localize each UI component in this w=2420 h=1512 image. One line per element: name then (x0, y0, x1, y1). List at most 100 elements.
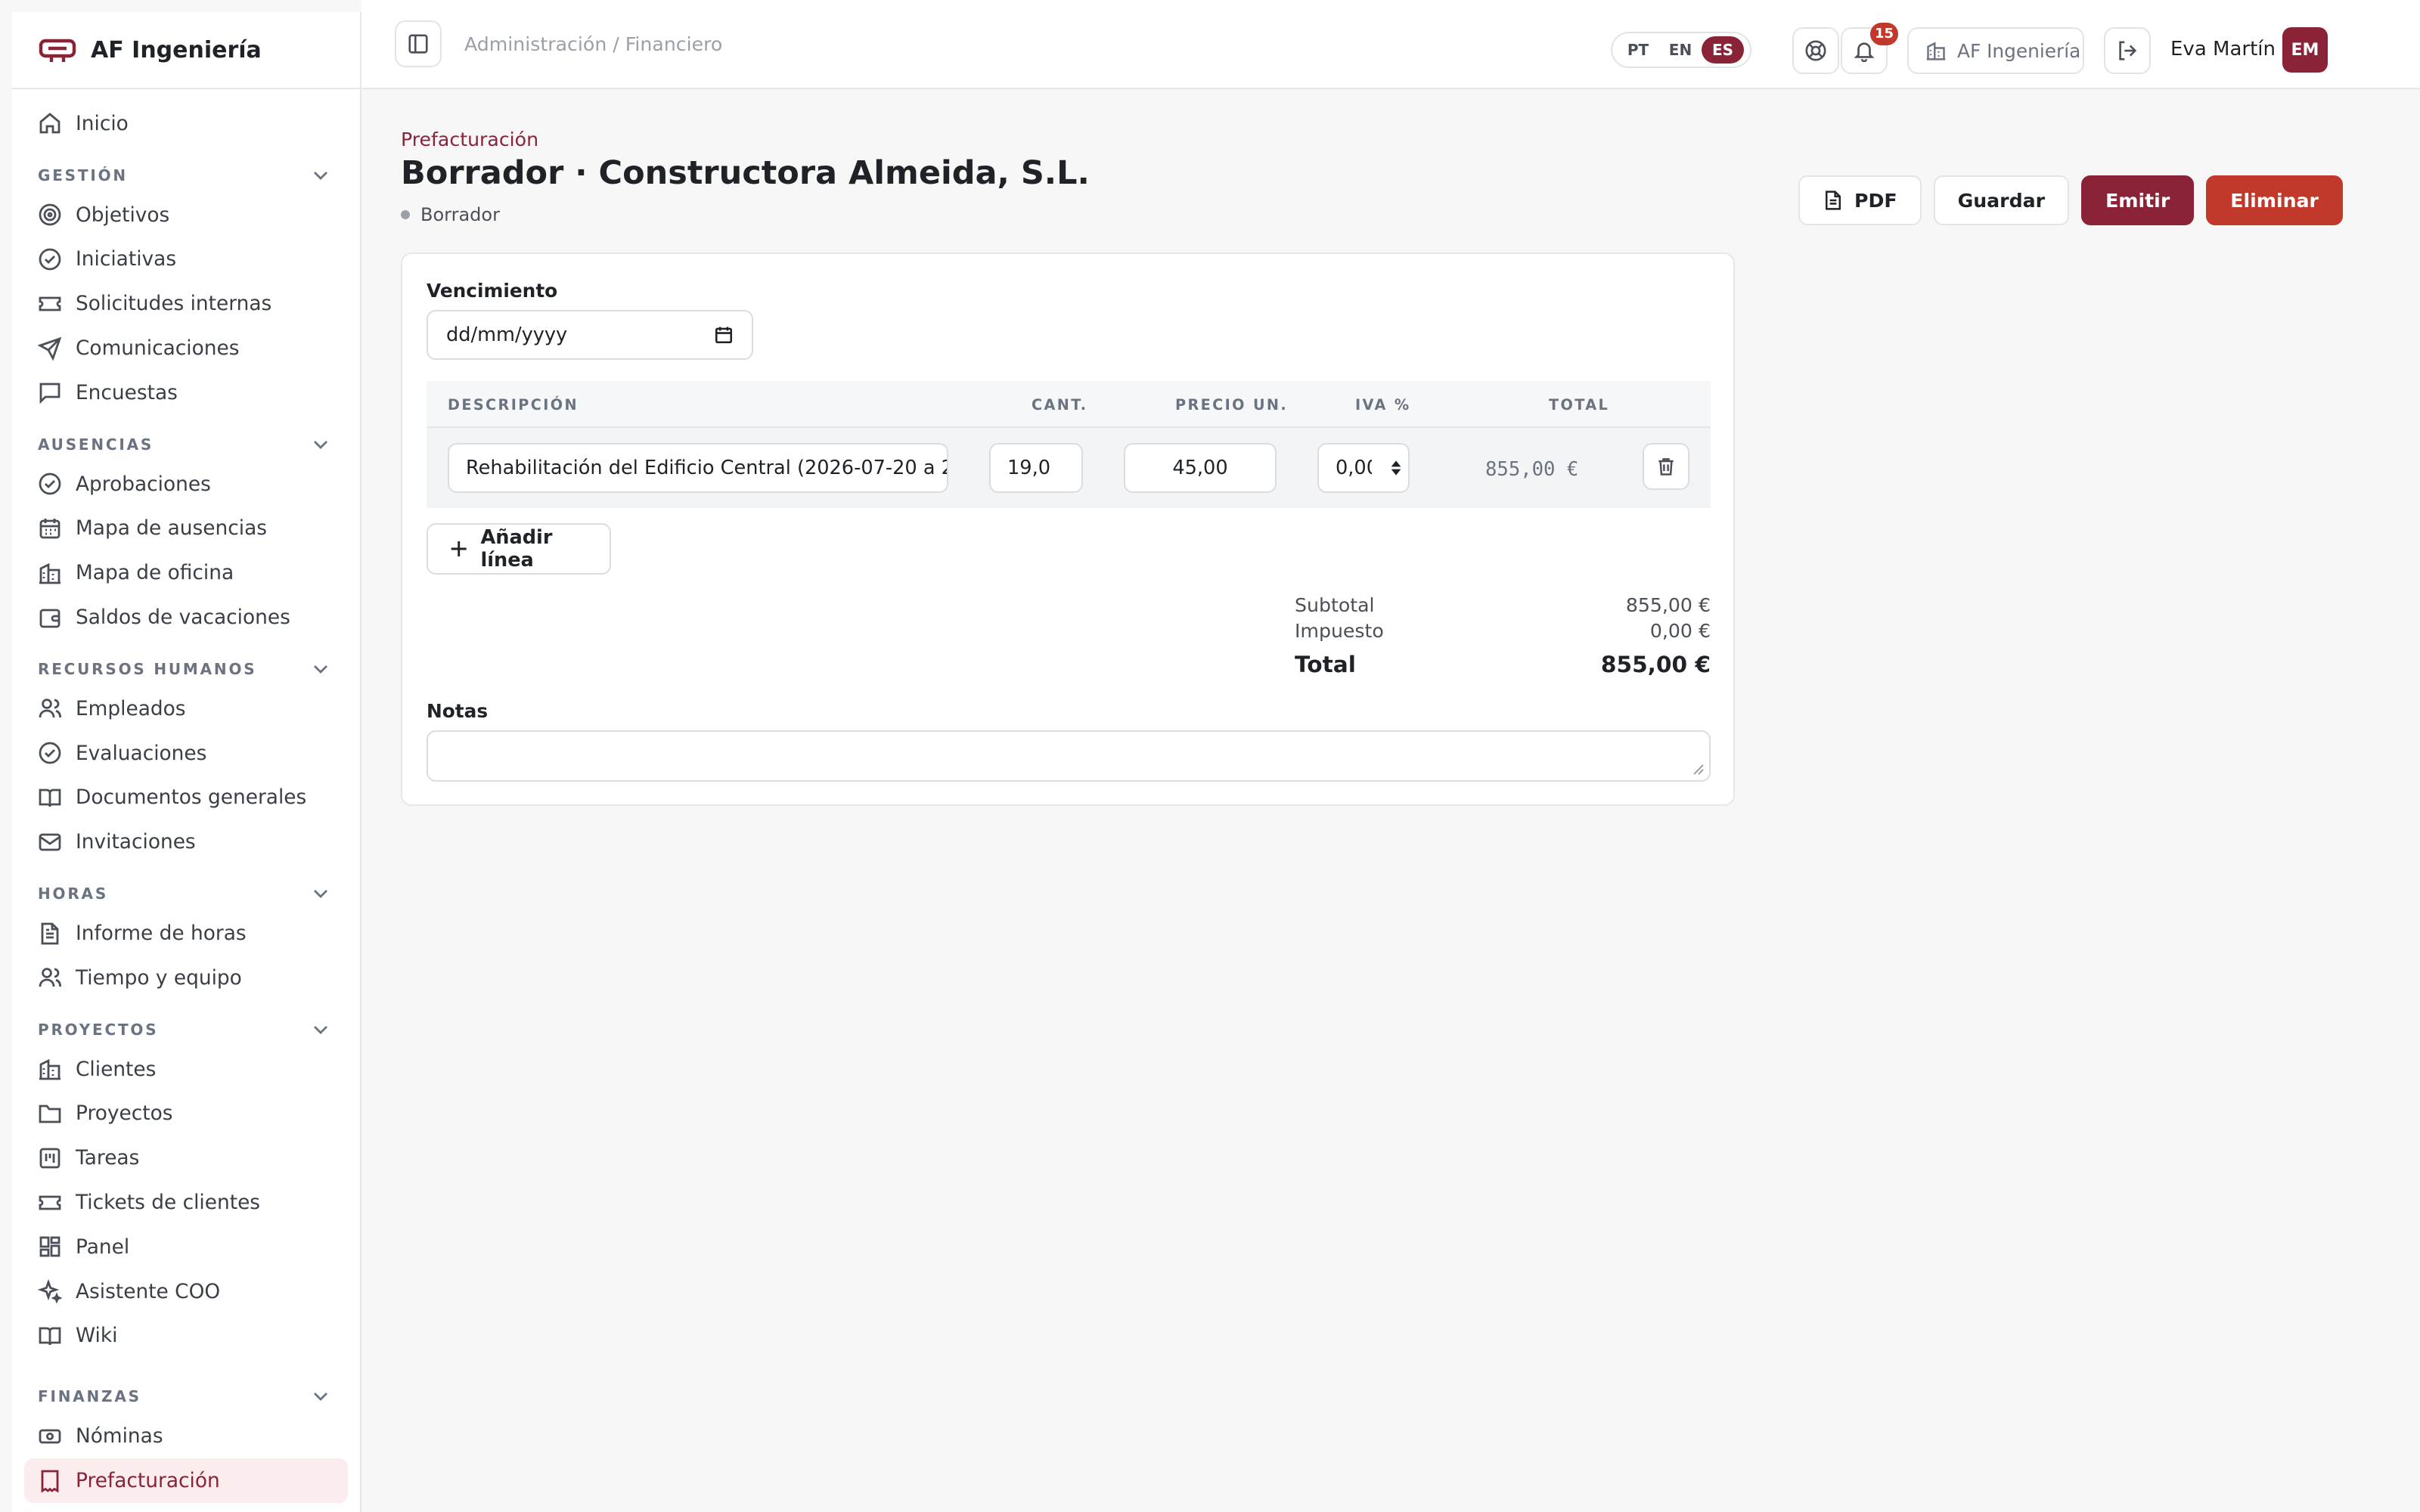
resize-handle-icon[interactable] (1692, 764, 1705, 776)
sidebar-item-label: Documentos generales (76, 785, 307, 810)
notes-textarea[interactable] (427, 730, 1711, 782)
section-horas[interactable]: HORAS (12, 864, 360, 911)
sidebar-item-label: Encuestas (76, 380, 178, 404)
due-date-input[interactable]: dd/mm/yyyy (427, 310, 753, 360)
logout-button[interactable] (2104, 27, 2151, 74)
sidebar-item-aprobaciones[interactable]: Aprobaciones (12, 462, 360, 507)
sidebar-item-informe-horas[interactable]: Informe de horas (12, 911, 360, 956)
organization-switcher[interactable]: AF Ingeniería (1907, 27, 2084, 74)
chevron-down-icon (314, 1393, 327, 1402)
sidebar-item-proyectos[interactable]: Proyectos (12, 1092, 360, 1136)
sidebar-item-empleados[interactable]: Empleados (12, 686, 360, 731)
sidebar-item-inicio[interactable]: Inicio (12, 101, 360, 146)
add-line-button[interactable]: Añadir línea (427, 523, 611, 575)
sidebar: AF Ingeniería Inicio GESTIÓN Objetivos I… (12, 12, 361, 1512)
ticket-icon (38, 1191, 62, 1215)
sidebar-item-label: Proyectos (76, 1101, 173, 1126)
sidebar-item-label: Informe de horas (76, 922, 247, 946)
save-button[interactable]: Guardar (1933, 175, 2070, 225)
delete-button[interactable]: Eliminar (2206, 175, 2343, 225)
sidebar-item-mapa-ausencias[interactable]: Mapa de ausencias (12, 507, 360, 551)
sidebar-item-label: Inicio (76, 111, 129, 135)
logo-icon (38, 36, 77, 64)
sidebar-item-tareas[interactable]: Tareas (12, 1136, 360, 1180)
status-dot (401, 210, 410, 219)
pdf-label: PDF (1854, 189, 1897, 212)
line-vat-input[interactable]: 0,00 (1317, 443, 1410, 493)
check-circle-icon (38, 247, 62, 271)
section-ausencias[interactable]: AUSENCIAS (12, 415, 360, 462)
line-qty-input[interactable]: 19,0 (989, 443, 1083, 493)
sidebar-item-label: Objetivos (76, 203, 170, 227)
section-gestion[interactable]: GESTIÓN (12, 146, 360, 193)
sidebar-item-label: Mapa de ausencias (76, 516, 268, 541)
col-vat: IVA % (1355, 396, 1411, 414)
users-icon (38, 696, 62, 720)
sidebar-item-encuestas[interactable]: Encuestas (12, 370, 360, 415)
sidebar-item-clientes[interactable]: Clientes (12, 1047, 360, 1092)
section-rrhh[interactable]: RECURSOS HUMANOS (12, 640, 360, 686)
line-unit-price-input[interactable]: 45,00 (1124, 443, 1277, 493)
due-date-placeholder: dd/mm/yyyy (446, 324, 568, 346)
chevron-down-icon (314, 1025, 327, 1034)
col-qty: CANT. (1032, 396, 1088, 414)
sidebar-item-panel[interactable]: Panel (12, 1225, 360, 1269)
sidebar-item-label: Clientes (76, 1057, 157, 1081)
sidebar-item-iniciativas[interactable]: Iniciativas (12, 237, 360, 282)
toggle-sidebar-button[interactable] (395, 20, 442, 67)
check-circle-icon (38, 741, 62, 765)
sidebar-nav: Inicio GESTIÓN Objetivos Iniciativas Sol… (12, 89, 360, 1503)
pdf-button[interactable]: PDF (1798, 175, 1922, 225)
subtotal-value: 855,00 € (1625, 594, 1711, 616)
status-label: Borrador (420, 204, 500, 225)
sidebar-item-saldos[interactable]: Saldos de vacaciones (12, 595, 360, 640)
sidebar-item-comunicaciones[interactable]: Comunicaciones (12, 326, 360, 370)
sidebar-item-nominas[interactable]: Nóminas (12, 1414, 360, 1458)
sidebar-item-label: Evaluaciones (76, 741, 207, 765)
help-button[interactable] (1792, 27, 1839, 74)
sidebar-item-objetivos[interactable]: Objetivos (12, 193, 360, 237)
sidebar-item-label: Prefacturación (76, 1469, 220, 1493)
building-icon (38, 561, 62, 585)
invoice-card: Vencimiento dd/mm/yyyy DESCRIPCIÓN CANT.… (401, 253, 1735, 806)
life-buoy-icon (1805, 40, 1826, 61)
sidebar-item-tiempo-equipo[interactable]: Tiempo y equipo (12, 956, 360, 1000)
avatar[interactable]: EM (2282, 27, 2328, 73)
sidebar-item-solicitudes[interactable]: Solicitudes internas (12, 281, 360, 326)
sidebar-item-label: Aprobaciones (76, 472, 211, 496)
sidebar-item-label: Empleados (76, 696, 186, 720)
section-title: GESTIÓN (38, 166, 128, 184)
delete-line-button[interactable] (1643, 443, 1689, 490)
line-description-input[interactable]: Rehabilitación del Edificio Central (202… (448, 443, 948, 493)
section-title: RECURSOS HUMANOS (38, 659, 257, 678)
sidebar-item-wiki[interactable]: Wiki (12, 1314, 360, 1359)
notes-label: Notas (427, 700, 489, 722)
language-es[interactable]: ES (1702, 36, 1744, 64)
calendar-icon[interactable] (714, 325, 734, 345)
sidebar-item-tickets[interactable]: Tickets de clientes (12, 1180, 360, 1225)
issue-button[interactable]: Emitir (2081, 175, 2195, 225)
sidebar-item-label: Comunicaciones (76, 336, 240, 361)
sidebar-item-label: Iniciativas (76, 247, 177, 271)
banknote-icon (38, 1424, 62, 1448)
subtotal-row: Subtotal 855,00 € (1295, 594, 1711, 620)
users-icon (38, 965, 62, 990)
sidebar-item-evaluaciones[interactable]: Evaluaciones (12, 731, 360, 776)
notifications-button[interactable]: 15 (1841, 23, 1898, 74)
language-pt[interactable]: PT (1617, 36, 1659, 64)
add-line-label: Añadir línea (480, 526, 553, 572)
sidebar-item-documentos[interactable]: Documentos generales (12, 776, 360, 820)
language-en[interactable]: EN (1659, 36, 1702, 64)
sidebar-item-mapa-oficina[interactable]: Mapa de oficina (12, 550, 360, 595)
page-eyebrow: Prefacturación (401, 129, 539, 150)
check-circle-icon (38, 472, 62, 496)
sidebar-item-invitaciones[interactable]: Invitaciones (12, 820, 360, 864)
log-out-icon (2119, 41, 2137, 60)
section-proyectos[interactable]: PROYECTOS (12, 1000, 360, 1047)
stepper-icon[interactable] (1390, 459, 1402, 477)
section-finanzas[interactable]: FINANZAS (12, 1367, 360, 1414)
status-badge: Borrador (401, 204, 500, 225)
sidebar-item-prefacturacion[interactable]: Prefacturación (24, 1458, 348, 1503)
sidebar-item-asistente[interactable]: Asistente COO (12, 1269, 360, 1314)
brand[interactable]: AF Ingeniería (12, 12, 360, 89)
